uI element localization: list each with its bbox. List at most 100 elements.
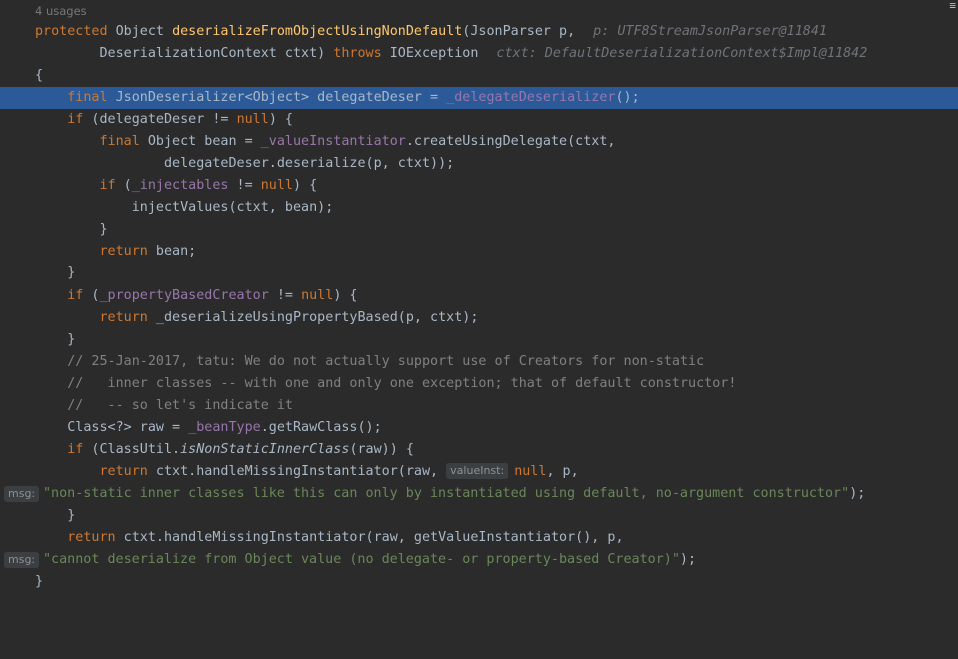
code-text: }: [67, 265, 76, 280]
code-text: Object: [107, 24, 173, 39]
code-text: .createUsingDelegate(ctxt,: [405, 134, 616, 149]
fold-marker-icon[interactable]: [0, 358, 3, 365]
code-line: // inner classes -- with one and only on…: [0, 373, 958, 395]
code-text: !=: [228, 178, 261, 193]
code-line: }: [0, 571, 958, 593]
code-text: delegateDeser.deserialize(p, ctxt));: [164, 156, 455, 171]
menu-icon[interactable]: ≡: [949, 0, 956, 12]
code-text: ctxt.handleMissingInstantiator(raw, getV…: [115, 530, 624, 545]
code-text: injectValues(ctxt, bean);: [131, 200, 334, 215]
code-text: }: [99, 222, 108, 237]
code-line: return ctxt.handleMissingInstantiator(ra…: [0, 527, 958, 549]
fold-marker-icon[interactable]: [0, 446, 3, 453]
fold-marker-icon[interactable]: [0, 116, 3, 123]
code-line: }: [0, 219, 958, 241]
code-line: msg: "non-static inner classes like this…: [0, 483, 958, 505]
code-text: ();: [615, 90, 640, 105]
code-line: if (delegateDeser != null) {: [0, 109, 958, 131]
fold-marker-icon[interactable]: [0, 182, 3, 189]
code-text: _deserializeUsingPropertyBased(p, ctxt);: [147, 310, 479, 325]
keyword: return: [67, 530, 116, 545]
code-line: if (_propertyBasedCreator != null) {: [0, 285, 958, 307]
fold-marker-icon[interactable]: [0, 292, 3, 299]
code-editor[interactable]: 4 usages ≡ protected Object deserializeF…: [0, 0, 958, 602]
fold-marker-icon[interactable]: [0, 269, 3, 276]
field-ref: _delegateDeserializer: [446, 90, 616, 105]
code-line: return _deserializeUsingPropertyBased(p,…: [0, 307, 958, 329]
method-name: deserializeFromObjectUsingNonDefault: [172, 24, 463, 39]
keyword: null: [301, 288, 334, 303]
code-text: !=: [268, 288, 302, 303]
code-text: ) {: [333, 288, 358, 303]
parameter-hint: msg:: [4, 486, 40, 502]
keyword: if: [99, 178, 116, 193]
parameter-hint: msg:: [4, 552, 40, 568]
fold-marker-icon[interactable]: [0, 72, 3, 79]
keyword: if: [67, 288, 84, 303]
fold-marker-icon[interactable]: [0, 336, 3, 343]
code-line: return ctxt.handleMissingInstantiator(ra…: [0, 461, 958, 483]
code-line: msg: "cannot deserialize from Object val…: [0, 549, 958, 571]
usages-hint[interactable]: 4 usages: [35, 3, 87, 19]
inline-debug-value: ctxt: DefaultDeserializationContext$Impl…: [496, 46, 868, 61]
code-line: injectValues(ctxt, bean);: [0, 197, 958, 219]
code-line: protected Object deserializeFromObjectUs…: [0, 21, 958, 43]
current-execution-line[interactable]: final JsonDeserializer<Object> delegateD…: [0, 87, 958, 109]
keyword: final: [99, 134, 140, 149]
keyword: if: [67, 442, 84, 457]
keyword: final: [67, 90, 108, 105]
code-text: JsonDeserializer<Object> delegateDeser =: [107, 90, 447, 105]
code-text: bean;: [147, 244, 197, 259]
fold-marker-icon[interactable]: [0, 226, 3, 233]
code-text: {: [35, 68, 44, 83]
code-text: (raw)) {: [349, 442, 414, 457]
code-line: DeserializationContext ctxt) throws IOEx…: [0, 43, 958, 65]
code-text: }: [67, 508, 76, 523]
comment: // inner classes -- with one and only on…: [67, 376, 737, 391]
code-text: ) {: [268, 112, 293, 127]
keyword: null: [514, 464, 547, 479]
keyword: throws: [333, 46, 382, 61]
code-text: .getRawClass();: [260, 420, 382, 435]
code-text: (ClassUtil.: [83, 442, 181, 457]
keyword: return: [99, 310, 148, 325]
code-line: Class<?> raw = _beanType.getRawClass();: [0, 417, 958, 439]
keyword: return: [99, 464, 148, 479]
code-text: (: [115, 178, 132, 193]
fold-marker-icon[interactable]: [0, 578, 3, 585]
code-line: delegateDeser.deserialize(p, ctxt));: [0, 153, 958, 175]
code-line: if (_injectables != null) {: [0, 175, 958, 197]
field-ref: _valueInstantiator: [260, 134, 406, 149]
comment: // 25-Jan-2017, tatu: We do not actually…: [67, 354, 705, 369]
code-line: return bean;: [0, 241, 958, 263]
keyword: null: [260, 178, 293, 193]
keyword: if: [67, 112, 84, 127]
fold-marker-icon[interactable]: [0, 402, 3, 409]
comment: // -- so let's indicate it: [67, 398, 293, 413]
code-text: (: [83, 288, 100, 303]
code-text: }: [35, 574, 44, 589]
code-text: ) {: [293, 178, 318, 193]
code-line: if (ClassUtil.isNonStaticInnerClass(raw)…: [0, 439, 958, 461]
code-text: IOException: [381, 46, 479, 61]
code-line: // -- so let's indicate it: [0, 395, 958, 417]
code-text: Class<?> raw =: [67, 420, 189, 435]
fold-marker-icon[interactable]: [0, 512, 3, 519]
keyword: return: [99, 244, 148, 259]
